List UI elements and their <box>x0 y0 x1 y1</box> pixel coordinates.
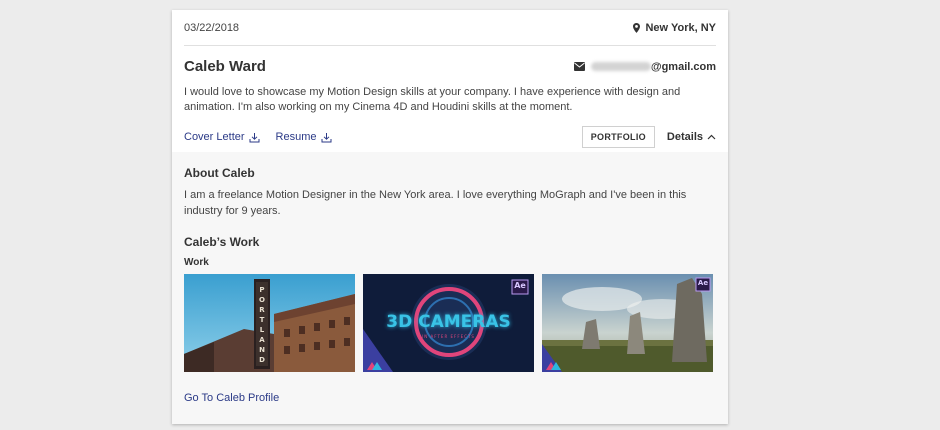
details-label: Details <box>666 131 703 143</box>
location: New York, NY <box>633 22 716 34</box>
email-redacted <box>590 62 651 71</box>
after-effects-badge: Ae <box>514 281 526 290</box>
about-title: About Caleb <box>184 166 255 180</box>
email-domain: @gmail.com <box>650 60 716 73</box>
chevron-up-icon <box>707 134 716 140</box>
download-icon <box>249 132 260 142</box>
theatre-sign-image: P O R T L A N D <box>184 274 355 372</box>
svg-text:L: L <box>260 326 265 334</box>
svg-text:O: O <box>259 296 265 304</box>
candidate-email[interactable]: @gmail.com <box>573 60 716 73</box>
details-toggle[interactable]: Details <box>667 131 716 143</box>
location-text: New York, NY <box>645 21 716 34</box>
work-subtitle: Work <box>184 257 209 268</box>
work-title: Caleb’s Work <box>184 235 260 249</box>
standing-stones-image <box>542 274 713 372</box>
svg-text:R: R <box>259 306 265 314</box>
candidate-name: Caleb Ward <box>184 58 266 75</box>
map-pin-icon <box>633 22 641 33</box>
svg-text:N: N <box>259 346 265 354</box>
svg-text:T: T <box>260 316 265 324</box>
application-date: 03/22/2018 <box>184 21 240 34</box>
card-header: 03/22/2018 New York, NY <box>184 10 716 46</box>
portfolio-button[interactable]: PORTFOLIO <box>581 126 655 148</box>
work-thumbnail[interactable]: P O R T L A N D <box>184 274 355 372</box>
cover-letter-link[interactable]: Cover Letter <box>184 131 260 143</box>
svg-text:A: A <box>259 336 265 344</box>
svg-text:D: D <box>259 356 265 364</box>
resume-link[interactable]: Resume <box>276 131 332 143</box>
download-icon <box>321 132 331 142</box>
details-panel: About Caleb I am a freelance Motion Desi… <box>172 152 728 424</box>
about-text: I am a freelance Motion Designer in the … <box>184 189 687 217</box>
candidate-bio: I would love to showcase my Motion Desig… <box>184 86 681 113</box>
applicant-card: 03/22/2018 New York, NY Caleb Ward @gmai… <box>172 10 728 424</box>
go-to-profile-link[interactable]: Go To Caleb Profile <box>184 392 279 404</box>
work-thumbnail[interactable]: Ae <box>542 274 713 372</box>
after-effects-badge: Ae <box>697 279 709 287</box>
envelope-icon <box>573 62 585 71</box>
thumbnail-caption: IN AFTER EFFECTS <box>422 334 475 339</box>
cover-letter-label: Cover Letter <box>184 131 245 143</box>
thumbnail-title: 3D CAMERAS <box>386 312 511 332</box>
work-thumbnail[interactable]: 3D CAMERAS IN AFTER EFFECTS Ae <box>363 274 534 372</box>
work-thumbnails: P O R T L A N D 3D CAMERAS IN AFTER EFFE… <box>184 274 716 372</box>
resume-label: Resume <box>275 131 317 143</box>
svg-text:P: P <box>259 286 264 294</box>
